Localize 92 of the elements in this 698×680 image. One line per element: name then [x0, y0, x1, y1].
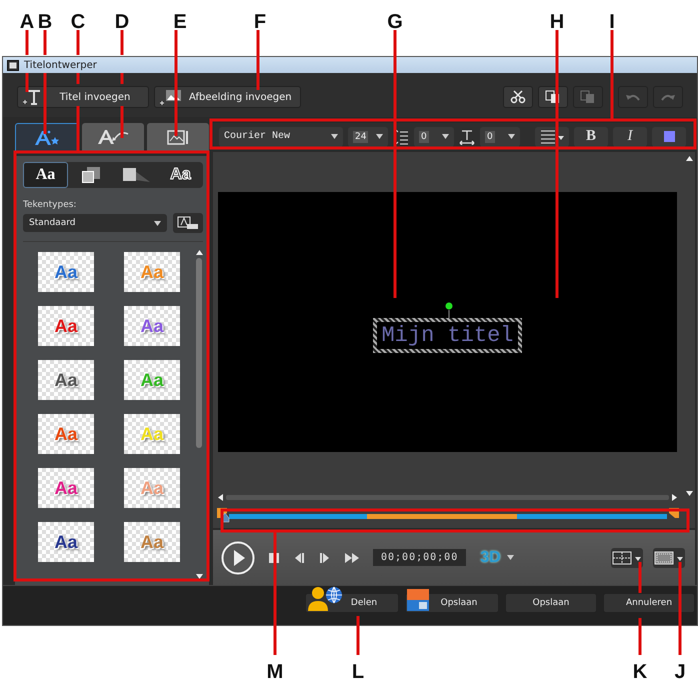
previous-frame-icon[interactable] [293, 552, 305, 562]
background-tab[interactable] [147, 123, 209, 151]
insert-image-button[interactable]: Afbeelding invoegen [154, 86, 301, 108]
callout-label: G [387, 11, 403, 33]
rotate-handle[interactable] [444, 302, 452, 318]
leader-line [356, 616, 360, 655]
copy-icon [545, 90, 561, 104]
font-settings-button[interactable] [173, 213, 203, 233]
text-color-button[interactable] [652, 126, 686, 147]
overlapping-squares-icon [80, 166, 102, 184]
letter-path-icon [96, 128, 130, 146]
caret-icon [442, 134, 449, 140]
callout-label: C [70, 11, 86, 33]
callout-label: D [114, 11, 130, 33]
outline-style-tab[interactable]: Aa [158, 162, 203, 188]
grid-icon [612, 550, 642, 564]
scroll-down-icon[interactable] [686, 491, 692, 496]
style-preset[interactable]: Aa [124, 306, 180, 346]
callout-label: K [632, 661, 648, 680]
app-icon [7, 60, 19, 70]
scroll-up-icon[interactable] [686, 156, 692, 162]
scroll-up-icon[interactable] [196, 250, 202, 255]
font-size-dropdown[interactable]: 24 [348, 126, 388, 147]
style-preset[interactable]: Aa [124, 522, 180, 562]
cancel-button[interactable]: Annuleren [603, 592, 695, 612]
shadow-square-icon [120, 166, 150, 184]
font-types-label: Tekentypes: [23, 200, 78, 210]
scroll-left-icon[interactable] [218, 494, 223, 501]
timecode-display: 00;00;00;00 [373, 549, 466, 566]
style-tab[interactable] [15, 123, 79, 151]
safe-zone-button[interactable] [653, 548, 685, 568]
end-marker-icon[interactable] [669, 508, 679, 518]
next-frame-icon[interactable] [319, 552, 331, 562]
caret-icon [154, 220, 161, 226]
grid-lines-button[interactable] [611, 548, 643, 568]
motion-tab[interactable] [82, 123, 144, 151]
style-preset[interactable]: Aa [38, 306, 94, 346]
save-button[interactable]: Opslaan [505, 592, 597, 612]
character-spacing-icon [459, 128, 475, 145]
callout-label: A [20, 11, 34, 33]
frame-icon [654, 550, 684, 564]
character-spacing-field[interactable]: 0 [480, 126, 520, 147]
style-preset[interactable]: Aa [38, 468, 94, 508]
save-icon [407, 588, 429, 610]
image-icon [159, 88, 183, 106]
scroll-right-icon[interactable] [672, 494, 677, 501]
caret-icon [376, 134, 383, 140]
align-icon [540, 130, 564, 144]
caret-icon [506, 555, 514, 560]
callout-label: B [38, 11, 52, 33]
style-preset[interactable]: Aa [38, 414, 94, 454]
style-preset[interactable]: Aa [38, 252, 94, 292]
letter-star-icon [33, 128, 61, 146]
bold-button[interactable]: B [574, 126, 608, 147]
playhead-thumb[interactable] [220, 513, 230, 522]
style-preset[interactable]: Aa [38, 522, 94, 562]
callout-label: E [173, 11, 187, 33]
line-spacing-field[interactable]: 0 [414, 126, 454, 147]
fast-forward-icon[interactable] [345, 552, 359, 562]
redo-icon [660, 92, 676, 102]
scissors-icon [510, 90, 526, 104]
play-icon [221, 540, 255, 574]
paste-icon [580, 90, 596, 104]
color-swatch-icon [664, 131, 674, 142]
callout-label: M [266, 661, 284, 680]
align-button[interactable] [535, 126, 569, 147]
window-title: Titelontwerper [24, 60, 97, 70]
title-text[interactable]: Mijn titel [373, 318, 522, 353]
scrollbar[interactable] [195, 250, 203, 581]
caret-icon [508, 134, 515, 140]
insert-title-button[interactable]: Titel invoegen [17, 86, 149, 108]
cut-button[interactable] [503, 86, 533, 108]
callout-label: H [550, 11, 564, 33]
style-preset[interactable]: Aa [38, 360, 94, 400]
font-box-icon [177, 216, 199, 230]
text-style-tab[interactable]: Aa [23, 162, 68, 188]
copy-button[interactable] [538, 86, 568, 108]
italic-button[interactable]: I [613, 126, 647, 147]
caret-icon [331, 134, 338, 140]
callout-label: F [254, 11, 266, 33]
timeline-slider[interactable] [217, 507, 679, 524]
image-icon [166, 128, 190, 146]
horizontal-scrollbar[interactable] [218, 492, 677, 502]
callout-label: I [609, 11, 615, 33]
scroll-down-icon[interactable] [196, 574, 202, 579]
callout-label: L [352, 661, 364, 680]
callout-label: J [674, 661, 686, 680]
font-type-dropdown[interactable]: Standaard [23, 214, 167, 232]
font-dropdown[interactable]: Courier New [219, 126, 343, 147]
play-button[interactable] [221, 540, 255, 574]
undo-icon [625, 92, 641, 102]
leader-line [256, 30, 260, 90]
